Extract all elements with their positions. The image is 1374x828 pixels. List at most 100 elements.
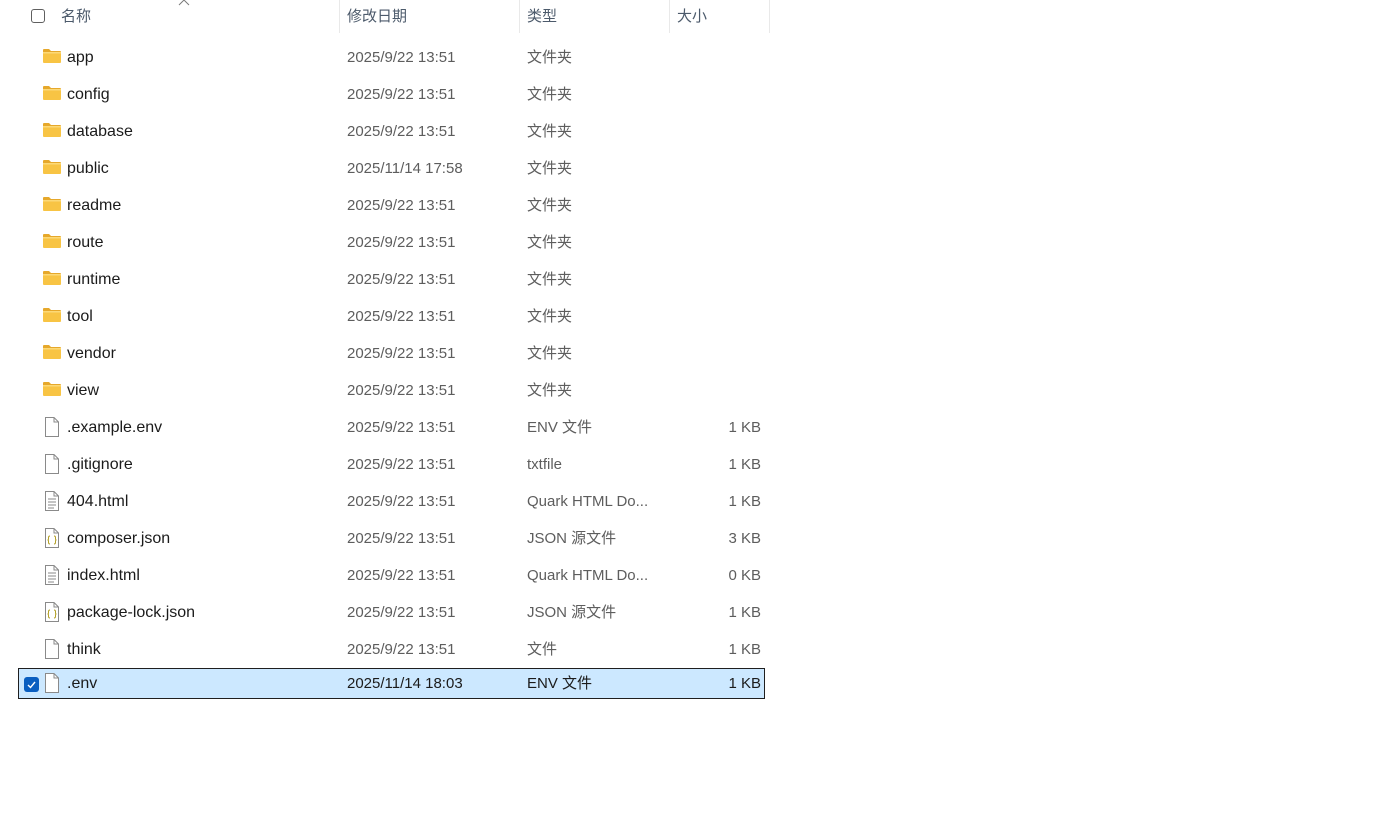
file-modified-date: 2025/9/22 13:51 — [347, 382, 456, 399]
file-type: Quark HTML Do... — [527, 567, 649, 584]
file-row[interactable]: .gitignore 2025/9/22 13:51 txtfile 1 KB — [18, 449, 765, 480]
file-type: 文件夹 — [527, 308, 573, 325]
file-name: think — [67, 641, 101, 658]
file-name: app — [67, 49, 94, 66]
file-type: ENV 文件 — [527, 419, 593, 436]
file-name: database — [67, 123, 133, 140]
file-name: .env — [67, 675, 98, 692]
file-row[interactable]: .example.env 2025/9/22 13:51 ENV 文件 1 KB — [18, 412, 765, 443]
column-header-date[interactable]: 修改日期 — [340, 0, 520, 33]
file-name: public — [67, 160, 109, 177]
file-size: 3 KB — [728, 530, 761, 547]
file-name: runtime — [67, 271, 121, 288]
select-all-checkbox[interactable] — [31, 9, 45, 23]
file-row[interactable]: config 2025/9/22 13:51 文件夹 — [18, 79, 765, 110]
file-modified-date: 2025/11/14 18:03 — [347, 675, 463, 692]
folder-icon — [42, 231, 62, 253]
file-row[interactable]: app 2025/9/22 13:51 文件夹 — [18, 42, 765, 73]
file-modified-date: 2025/9/22 13:51 — [347, 567, 456, 584]
file-type: 文件夹 — [527, 271, 573, 288]
file-modified-date: 2025/9/22 13:51 — [347, 530, 456, 547]
file-name: tool — [67, 308, 93, 325]
file-row[interactable]: composer.json 2025/9/22 13:51 JSON 源文件 3 KB — [18, 523, 765, 554]
json-file-icon — [42, 601, 62, 623]
file-row[interactable]: index.html 2025/9/22 13:51 Quark HTML Do..… — [18, 560, 765, 591]
folder-icon — [42, 46, 62, 68]
file-type: JSON 源文件 — [527, 530, 617, 547]
file-row[interactable]: package-lock.json 2025/9/22 13:51 JSON 源文件… — [18, 597, 765, 628]
file-size: 1 KB — [728, 604, 761, 621]
file-row[interactable]: public 2025/11/14 17:58 文件夹 — [18, 153, 765, 184]
file-row[interactable]: readme 2025/9/22 13:51 文件夹 — [18, 190, 765, 221]
file-type: JSON 源文件 — [527, 604, 617, 621]
file-name: .gitignore — [67, 456, 133, 473]
text-file-icon — [42, 564, 62, 586]
file-modified-date: 2025/9/22 13:51 — [347, 49, 456, 66]
file-name: 404.html — [67, 493, 129, 510]
file-name: .example.env — [67, 419, 163, 436]
file-row[interactable]: vendor 2025/9/22 13:51 文件夹 — [18, 338, 765, 369]
text-file-icon — [42, 490, 62, 512]
file-size: 1 KB — [728, 641, 761, 658]
file-explorer: 名称 修改日期 类型 大小 app 2025/9/22 13:51 文件夹 conf… — [0, 0, 1374, 828]
file-name: config — [67, 86, 110, 103]
file-type: ENV 文件 — [527, 675, 593, 692]
file-type: 文件夹 — [527, 197, 573, 214]
sort-ascending-icon — [178, 0, 190, 6]
file-name: vendor — [67, 345, 116, 362]
file-name: route — [67, 234, 104, 251]
checkmark-icon — [27, 681, 36, 689]
file-type: 文件 — [527, 641, 558, 658]
file-row[interactable]: tool 2025/9/22 13:51 文件夹 — [18, 301, 765, 332]
file-size: 1 KB — [728, 493, 761, 510]
file-type: 文件夹 — [527, 49, 573, 66]
file-name: package-lock.json — [67, 604, 196, 621]
folder-icon — [42, 120, 62, 142]
file-size: 1 KB — [728, 419, 761, 436]
blank-file-icon — [42, 453, 62, 475]
column-header-size-label: 大小 — [677, 8, 708, 25]
file-name: view — [67, 382, 100, 399]
column-header-type[interactable]: 类型 — [520, 0, 670, 33]
json-file-icon — [42, 527, 62, 549]
file-type: Quark HTML Do... — [527, 493, 649, 510]
file-modified-date: 2025/9/22 13:51 — [347, 604, 456, 621]
blank-file-icon — [42, 638, 62, 660]
blank-file-icon — [42, 672, 62, 694]
column-header-size[interactable]: 大小 — [670, 0, 770, 33]
file-type: 文件夹 — [527, 160, 573, 177]
folder-icon — [42, 194, 62, 216]
file-row[interactable]: database 2025/9/22 13:51 文件夹 — [18, 116, 765, 147]
folder-icon — [42, 342, 62, 364]
column-header: 名称 修改日期 类型 大小 — [0, 0, 770, 33]
column-header-date-label: 修改日期 — [347, 8, 408, 25]
file-row[interactable]: .env 2025/11/14 18:03 ENV 文件 1 KB — [18, 668, 765, 699]
file-row[interactable]: runtime 2025/9/22 13:51 文件夹 — [18, 264, 765, 295]
file-modified-date: 2025/9/22 13:51 — [347, 345, 456, 362]
file-type: 文件夹 — [527, 345, 573, 362]
file-modified-date: 2025/9/22 13:51 — [347, 308, 456, 325]
row-checkbox-checked[interactable] — [24, 677, 39, 692]
file-row[interactable]: 404.html 2025/9/22 13:51 Quark HTML Do... 1… — [18, 486, 765, 517]
file-modified-date: 2025/9/22 13:51 — [347, 86, 456, 103]
file-name: index.html — [67, 567, 140, 584]
column-header-name[interactable]: 名称 — [0, 0, 340, 33]
file-row[interactable]: route 2025/9/22 13:51 文件夹 — [18, 227, 765, 258]
blank-file-icon — [42, 416, 62, 438]
file-name: composer.json — [67, 530, 171, 547]
file-type: 文件夹 — [527, 234, 573, 251]
file-type: 文件夹 — [527, 123, 573, 140]
folder-icon — [42, 157, 62, 179]
folder-icon — [42, 83, 62, 105]
column-header-name-label: 名称 — [61, 8, 92, 25]
folder-icon — [42, 305, 62, 327]
file-modified-date: 2025/9/22 13:51 — [347, 456, 456, 473]
file-row[interactable]: view 2025/9/22 13:51 文件夹 — [18, 375, 765, 406]
file-type: 文件夹 — [527, 86, 573, 103]
file-modified-date: 2025/9/22 13:51 — [347, 123, 456, 140]
file-name: readme — [67, 197, 122, 214]
file-type: 文件夹 — [527, 382, 573, 399]
file-row[interactable]: think 2025/9/22 13:51 文件 1 KB — [18, 634, 765, 665]
file-type: txtfile — [527, 456, 563, 473]
file-modified-date: 2025/9/22 13:51 — [347, 234, 456, 251]
